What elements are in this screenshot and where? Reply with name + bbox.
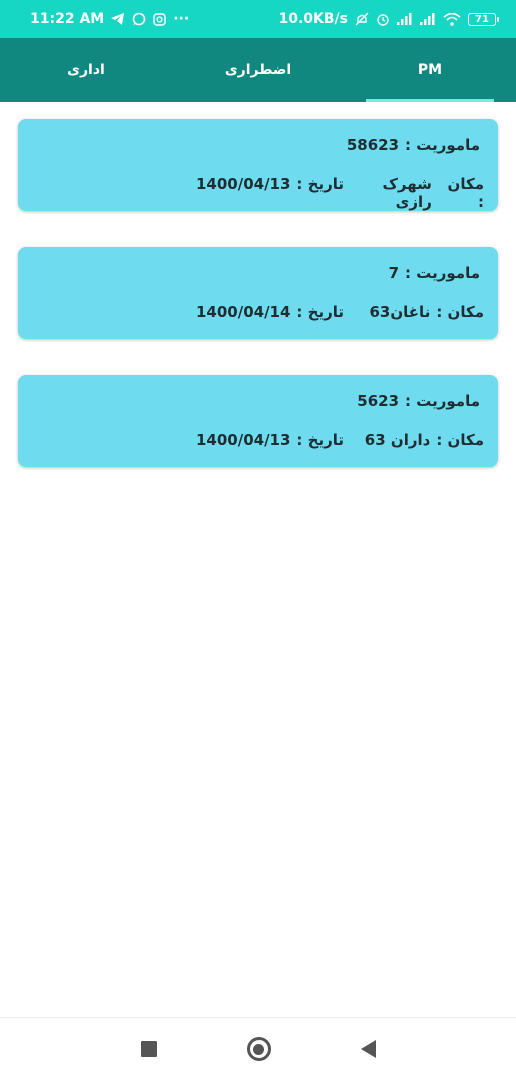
tab-pm[interactable]: PM xyxy=(344,38,516,102)
mission-row: ماموریت : 58623 xyxy=(347,136,480,154)
date-label: تاریخ : xyxy=(296,175,344,193)
mission-number: 58623 xyxy=(346,136,400,154)
date-group: تاریخ : 1400/04/13 xyxy=(196,431,344,449)
date-group: تاریخ : 1400/04/14 xyxy=(196,303,344,321)
location-group: مکان : شهرک رازی xyxy=(344,175,485,211)
date-label: تاریخ : xyxy=(296,303,344,321)
date-value: 1400/04/13 xyxy=(195,431,291,449)
location-label: مکان : xyxy=(436,303,484,321)
status-bar: 11:22 AM ··· 10.0KB/s 71 xyxy=(0,0,516,38)
mission-list: ماموریت : 58623 مکان : شهرک رازی تاریخ :… xyxy=(18,119,498,503)
whatsapp-icon xyxy=(132,12,146,26)
home-button[interactable] xyxy=(246,1037,271,1061)
recents-button[interactable] xyxy=(140,1041,157,1057)
network-speed: 10.0KB/s xyxy=(278,11,348,27)
clock: 11:22 AM xyxy=(30,11,105,27)
date-value: 1400/04/14 xyxy=(195,303,291,321)
mission-card[interactable]: ماموریت : 5623 مکان : داران 63 تاریخ : 1… xyxy=(18,375,498,467)
wifi-icon xyxy=(443,12,461,26)
mission-number: 7 xyxy=(388,264,400,282)
back-button[interactable] xyxy=(360,1040,376,1058)
date-label: تاریخ : xyxy=(296,431,344,449)
system-nav-bar xyxy=(0,1017,516,1080)
tab-administrative[interactable]: اداری xyxy=(0,38,172,102)
tab-emergency[interactable]: اضطراری xyxy=(172,38,344,102)
alarm-icon xyxy=(376,12,390,26)
mission-label: ماموریت : xyxy=(405,264,480,282)
details-row: مکان : ناغان63 تاریخ : 1400/04/14 xyxy=(196,303,484,321)
details-row: مکان : داران 63 تاریخ : 1400/04/13 xyxy=(196,431,484,449)
battery-icon: 71 xyxy=(468,12,499,26)
location-group: مکان : ناغان63 xyxy=(344,303,485,321)
mission-row: ماموریت : 7 xyxy=(389,264,480,282)
more-notifications-icon: ··· xyxy=(173,11,190,27)
status-bar-right: 10.0KB/s 71 xyxy=(278,11,499,27)
date-group: تاریخ : 1400/04/13 xyxy=(196,175,344,211)
location-label: مکان : xyxy=(436,431,484,449)
mission-label: ماموریت : xyxy=(405,136,480,154)
telegram-icon xyxy=(111,13,125,25)
tab-bar: اداری اضطراری PM xyxy=(0,38,516,102)
battery-level: 71 xyxy=(475,13,489,25)
mute-icon xyxy=(355,12,369,26)
mission-card[interactable]: ماموریت : 58623 مکان : شهرک رازی تاریخ :… xyxy=(18,119,498,211)
date-value: 1400/04/13 xyxy=(195,175,291,193)
location-value: داران 63 xyxy=(364,431,431,449)
status-bar-left: 11:22 AM ··· xyxy=(30,11,189,27)
signal-icon xyxy=(397,13,413,25)
location-group: مکان : داران 63 xyxy=(344,431,484,449)
mission-row: ماموریت : 5623 xyxy=(357,392,480,410)
details-row: مکان : شهرک رازی تاریخ : 1400/04/13 xyxy=(196,175,484,211)
location-value: شهرک رازی xyxy=(382,175,432,211)
mission-label: ماموریت : xyxy=(405,392,480,410)
instagram-icon xyxy=(153,12,166,26)
mission-card[interactable]: ماموریت : 7 مکان : ناغان63 تاریخ : 1400/… xyxy=(18,247,498,339)
location-value: ناغان63 xyxy=(369,303,431,321)
signal-icon xyxy=(420,13,436,25)
mission-number: 5623 xyxy=(357,392,400,410)
location-label: مکان : xyxy=(447,175,484,211)
